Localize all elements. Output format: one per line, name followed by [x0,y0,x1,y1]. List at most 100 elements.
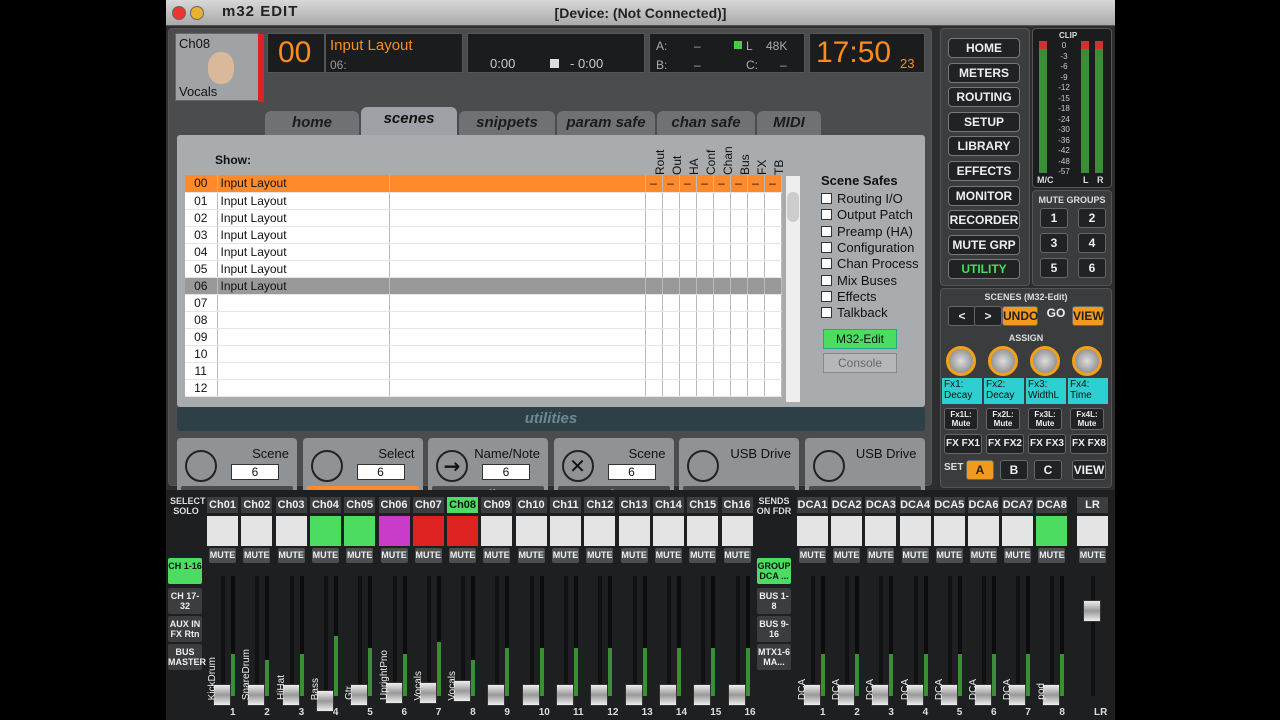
channel-label[interactable]: Ch11 [550,497,581,513]
mute-group-3[interactable]: 3 [1040,233,1068,253]
scene-row[interactable]: 03 Input Layout [185,226,782,244]
safe-flag-cell[interactable]: – [764,175,782,193]
dca-label[interactable]: DCA7 [1002,497,1034,513]
lr-icon[interactable] [1077,516,1108,546]
nav-home[interactable]: HOME [948,38,1020,58]
safe-mix-buses[interactable]: Mix Buses [821,273,897,288]
safe-flag-cell[interactable] [662,243,680,261]
dca-mute-button[interactable]: MUTE [1004,548,1032,563]
nav-recorder[interactable]: RECORDER [948,210,1020,231]
channel-label[interactable]: Ch05 [344,497,376,513]
safe-flag-cell[interactable] [662,345,680,363]
safe-flag-cell[interactable] [662,226,680,244]
channel-icon[interactable] [447,516,479,546]
channel-mute-button[interactable]: MUTE [586,548,614,563]
channel-mute-button[interactable]: MUTE [277,548,305,563]
safe-flag-cell[interactable] [764,226,782,244]
dca-label[interactable]: DCA3 [865,497,897,513]
dca-icon[interactable] [831,516,863,546]
channel-label[interactable]: Ch03 [275,497,307,513]
safe-flag-cell[interactable] [696,294,714,312]
safe-flag-cell[interactable] [679,192,697,210]
safe-flag-cell[interactable]: – [696,175,714,193]
safe-flag-cell[interactable] [747,209,765,227]
safe-flag-cell[interactable] [696,311,714,329]
dca-mute-button[interactable]: MUTE [1038,548,1066,563]
safe-flag-cell[interactable] [662,379,680,397]
tab-chan-safe[interactable]: chan safe [657,111,755,135]
safe-flag-cell[interactable] [730,209,748,227]
safe-flag-cell[interactable] [696,379,714,397]
safe-flag-cell[interactable] [713,294,731,312]
safe-flag-cell[interactable] [764,294,782,312]
safe-flag-cell[interactable] [662,260,680,278]
channel-icon[interactable] [207,516,238,546]
safe-flag-cell[interactable] [679,362,697,380]
safe-flag-cell[interactable] [645,362,663,380]
safe-flag-cell[interactable] [696,362,714,380]
safe-flag-cell[interactable] [662,209,680,227]
safe-flag-cell[interactable] [679,345,697,363]
mute-group-6[interactable]: 6 [1078,258,1106,278]
safe-flag-cell[interactable] [747,243,765,261]
channel-fader[interactable] [658,684,677,706]
channel-mute-button[interactable]: MUTE [689,548,717,563]
safe-flag-cell[interactable] [713,277,731,295]
safe-flag-cell[interactable] [645,328,663,346]
channel-icon[interactable] [481,516,513,546]
safe-flag-cell[interactable] [730,328,748,346]
go-button[interactable]: GO [1042,304,1070,324]
channel-icon[interactable] [721,516,753,546]
safe-flag-cell[interactable] [645,260,663,278]
channel-mute-button[interactable]: MUTE [517,548,545,563]
dca-icon[interactable] [865,516,897,546]
fx1-mute-button[interactable]: Fx1L: Mute [944,408,978,430]
safe-flag-cell[interactable] [679,277,697,295]
safe-flag-cell[interactable] [645,243,663,261]
safe-flag-cell[interactable] [645,311,663,329]
channel-fader[interactable] [487,684,506,706]
channel-fader[interactable] [521,684,540,706]
dca-icon[interactable] [933,516,965,546]
safe-flag-cell[interactable] [713,345,731,363]
scene-row[interactable]: 05 Input Layout [185,260,782,278]
safe-flag-cell[interactable] [645,226,663,244]
channel-label[interactable]: Ch15 [687,497,719,513]
dca-label[interactable]: DCA2 [831,497,863,513]
safe-flag-cell[interactable] [662,328,680,346]
safe-flag-cell[interactable] [713,260,731,278]
channel-icon[interactable] [344,516,376,546]
safe-flag-cell[interactable] [679,294,697,312]
channel-label[interactable]: Ch09 [481,497,513,513]
lr-fader[interactable] [1083,600,1101,622]
checkbox[interactable] [821,274,832,286]
safe-flag-cell[interactable] [696,243,714,261]
safe-chan-process[interactable]: Chan Process [821,256,919,271]
safe-flag-cell[interactable] [679,226,697,244]
set-b-button[interactable]: B [1000,460,1028,480]
channel-mute-button[interactable]: MUTE [380,548,408,563]
safe-flag-cell[interactable] [645,277,663,295]
channel-label[interactable]: Ch04 [309,497,341,513]
mtx-main-button[interactable]: MTX1-6 MA... [757,644,791,670]
safe-flag-cell[interactable] [713,243,731,261]
channel-icon[interactable] [584,516,616,546]
safe-flag-cell[interactable] [696,192,714,210]
checkbox[interactable] [821,209,832,221]
safe-flag-cell[interactable] [764,311,782,329]
util-value-field[interactable]: 6 [607,464,656,480]
safe-flag-cell[interactable] [730,345,748,363]
channel-mute-button[interactable]: MUTE [723,548,751,563]
assign-knob-1[interactable] [946,346,976,376]
safe-flag-cell[interactable] [764,192,782,210]
mute-group-4[interactable]: 4 [1078,233,1106,253]
dca-icon[interactable] [1036,516,1068,546]
safe-flag-cell[interactable] [747,277,765,295]
safe-flag-cell[interactable] [713,362,731,380]
safe-flag-cell[interactable] [645,192,663,210]
scene-next-button[interactable]: > [974,306,1002,326]
dca-icon[interactable] [968,516,999,546]
safe-flag-cell[interactable] [696,277,714,295]
scene-row[interactable]: 07 [185,294,782,312]
channel-mute-button[interactable]: MUTE [552,548,579,563]
